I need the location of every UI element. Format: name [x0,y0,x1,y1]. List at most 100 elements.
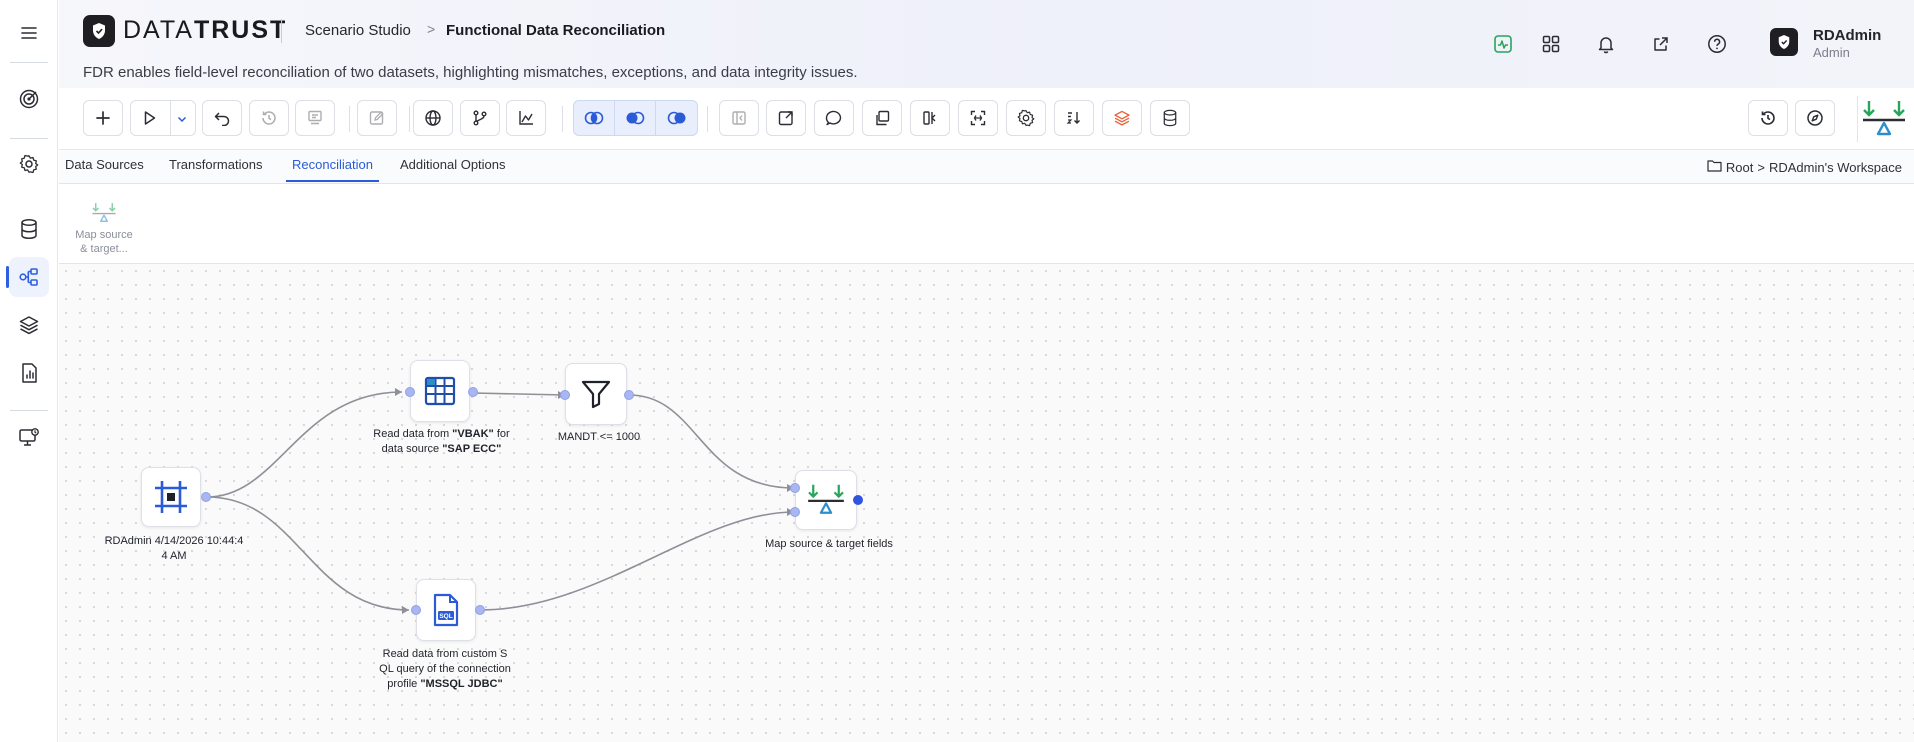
node-read-sap-label: Read data from "VBAK" for data source "S… [373,428,510,455]
workflow-icon[interactable] [6,257,49,297]
run-button[interactable] [130,100,196,136]
arrow-head [402,606,409,614]
workspace-name[interactable]: RDAdmin's Workspace [1769,160,1902,175]
edge-sap-to-filter [472,392,566,396]
node-palette: Map source & target... [59,184,1914,264]
toolbar-divider [349,106,350,132]
port-out[interactable] [468,387,478,397]
tab-additional-options[interactable]: Additional Options [394,157,512,180]
history-button[interactable] [249,100,289,136]
folder-icon [1707,159,1722,175]
external-link-icon[interactable] [1647,30,1675,58]
stack-layers-button[interactable] [1102,100,1142,136]
monitor-icon[interactable] [9,417,49,457]
layers-icon[interactable] [9,305,49,345]
edge-layer [206,388,795,614]
node-settings-button[interactable] [1006,100,1046,136]
workspace-path: Root > RDAdmin's Workspace [1707,159,1902,175]
join-left-icon[interactable] [615,101,656,135]
port-in[interactable] [560,390,570,400]
user-name[interactable]: RDAdmin [1813,27,1881,44]
workflow-canvas[interactable]: RDAdmin 4/14/2026 10:44:4 4 AM Read data… [59,264,1914,742]
breadcrumb-studio[interactable]: Scenario Studio [305,22,411,39]
add-button[interactable] [83,100,123,136]
help-icon[interactable] [1703,30,1731,58]
datastore-button[interactable] [1150,100,1190,136]
port-out[interactable] [201,492,211,502]
workspace-root[interactable]: Root [1726,160,1753,175]
edge-sql-to-map [479,511,795,611]
activity-icon[interactable] [1489,30,1517,58]
palette-item-map-fields[interactable]: Map source & target... [69,202,139,256]
page-title: Functional Data Reconciliation [446,22,666,39]
report-icon[interactable] [9,353,49,393]
port-in[interactable] [405,387,415,397]
compass-button[interactable] [1795,100,1835,136]
workspace-separator: > [1757,159,1765,175]
sql-file-icon: SQL [433,593,459,627]
port-in[interactable] [790,483,800,493]
chevron-down-icon[interactable] [176,112,188,130]
reconcile-scale-icon[interactable] [1860,96,1908,142]
scale-icon [808,484,844,514]
sort-button[interactable] [1054,100,1094,136]
toolbar-divider [1857,96,1858,142]
toolbar [59,88,1914,150]
header-divider [281,19,282,43]
node-read-sql[interactable]: SQL [416,579,476,641]
scale-icon [92,203,116,222]
scan-button[interactable] [958,100,998,136]
compare-button[interactable] [910,100,950,136]
globe-button[interactable] [413,100,453,136]
settings-icon[interactable] [9,144,49,184]
port-out[interactable] [475,605,485,615]
port-out[interactable] [624,390,634,400]
port-out[interactable] [853,495,863,505]
tab-bar: Data Sources Transformations Reconciliat… [59,150,1914,184]
svg-text:SQL: SQL [439,613,452,620]
database-icon[interactable] [9,209,49,249]
tab-transformations[interactable]: Transformations [163,157,268,180]
avatar[interactable] [1770,28,1798,56]
edit-button[interactable] [357,100,397,136]
comment-button[interactable] [814,100,854,136]
toolbar-divider [707,106,708,132]
schema-button[interactable] [295,100,335,136]
node-start[interactable] [141,467,201,527]
bell-icon[interactable] [1592,30,1620,58]
join-right-icon[interactable] [656,101,697,135]
user-role: Admin [1813,45,1850,60]
copy-button[interactable] [862,100,902,136]
menu-icon[interactable] [9,13,49,53]
version-history-button[interactable] [1748,100,1788,136]
join-inner-icon[interactable] [574,101,615,135]
port-in[interactable] [411,605,421,615]
arrow-head [395,388,402,396]
node-start-label: RDAdmin 4/14/2026 10:44:4 4 AM [104,535,244,562]
sidebar-divider [10,138,48,139]
node-filter[interactable] [565,363,627,425]
brand-logo: DATATRUST [123,16,288,44]
node-filter-label: MANDT <= 1000 [557,431,641,443]
collapse-button[interactable] [719,100,759,136]
join-mode-group [573,100,698,136]
branch-button[interactable] [460,100,500,136]
node-read-sql-label: Read data from custom S QL query of the … [379,648,511,690]
port-in[interactable] [790,507,800,517]
page-description: FDR enables field-level reconciliation o… [83,64,858,81]
apps-grid-icon[interactable] [1537,30,1565,58]
table-icon [424,376,456,406]
palette-item-label-line1: Map source [75,229,133,241]
undo-button[interactable] [202,100,242,136]
export-button[interactable] [766,100,806,136]
node-read-sap[interactable] [410,360,470,422]
target-icon[interactable] [9,79,49,119]
shield-logo-icon [83,15,115,47]
tab-data-sources[interactable]: Data Sources [59,157,150,180]
sidebar-divider [10,62,48,63]
tab-reconciliation[interactable]: Reconciliation [286,157,379,182]
node-map-fields[interactable] [795,470,857,530]
chart-line-button[interactable] [506,100,546,136]
palette-item-label-line2: & target... [80,243,128,255]
node-map-fields-label: Map source & target fields [765,538,893,550]
